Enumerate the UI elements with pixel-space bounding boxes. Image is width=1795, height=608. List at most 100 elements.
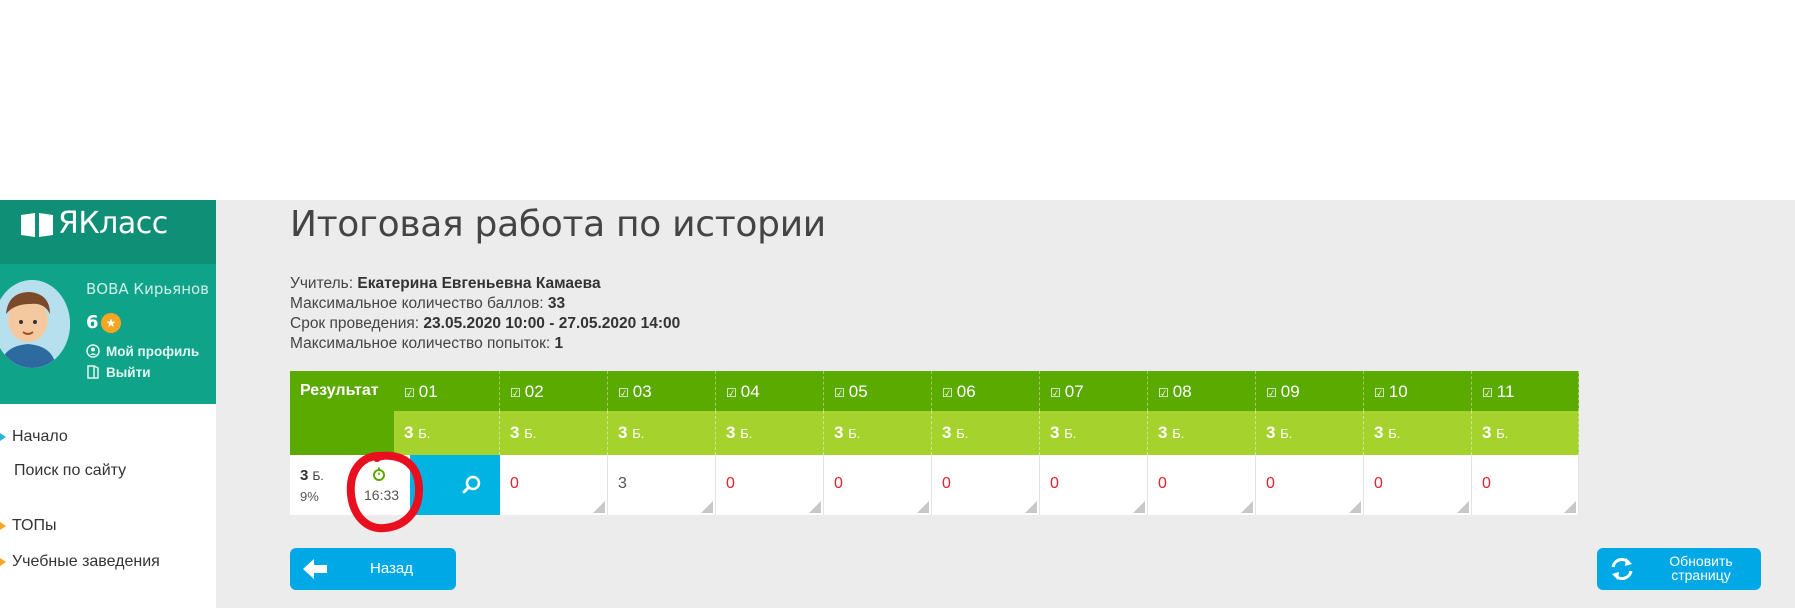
attempts-value: 1 (554, 335, 564, 352)
corner-fold-icon (917, 501, 929, 513)
task-score-value: 0 (1266, 475, 1275, 492)
task-header-09[interactable]: ☑ 09 (1256, 371, 1364, 411)
task-points-unit: Б. (848, 426, 861, 441)
task-points-unit: Б. (1064, 426, 1077, 441)
task-score-03[interactable]: 3 (608, 455, 716, 515)
corner-fold-icon (1564, 501, 1576, 513)
result-percent: 9% (300, 489, 319, 504)
task-header-01[interactable]: ☑ 01 (394, 371, 500, 411)
task-score-10[interactable]: 0 (1364, 455, 1472, 515)
task-header-05[interactable]: ☑ 05 (824, 371, 932, 411)
task-score-06[interactable]: 0 (932, 455, 1040, 515)
nav-item-home[interactable]: Начало (0, 428, 68, 446)
task-number: 10 (1388, 382, 1408, 401)
task-points-06: 3 Б. (932, 411, 1040, 455)
task-header-02[interactable]: ☑ 02 (500, 371, 608, 411)
max-points-label: Максимальное количество баллов: (290, 295, 544, 312)
task-header-07[interactable]: ☑ 07 (1040, 371, 1148, 411)
arrow-icon (0, 522, 6, 530)
task-score-11[interactable]: 0 (1472, 455, 1579, 515)
avatar-image (0, 280, 70, 368)
brand-header[interactable]: ЯКласс (0, 200, 216, 264)
corner-fold-icon (701, 501, 713, 513)
nav-item-search[interactable]: Поиск по сайту (14, 462, 126, 480)
edit-icon: ☑ (1374, 386, 1385, 400)
my-profile-link[interactable]: Мой профиль (86, 344, 199, 359)
task-number: 03 (632, 382, 652, 401)
nav-item-label: Начало (12, 428, 68, 445)
task-number: 11 (1496, 382, 1515, 401)
nav-item-label: Поиск по сайту (14, 462, 127, 479)
task-points-04: 3 Б. (716, 411, 824, 455)
task-score-value: 0 (726, 475, 735, 492)
edit-icon: ☑ (1266, 386, 1277, 400)
task-points-10: 3 Б. (1364, 411, 1472, 455)
edit-icon: ☑ (1050, 386, 1061, 400)
search-icon (462, 475, 481, 494)
nav-item-schools[interactable]: Учебные заведения (0, 553, 160, 571)
nav-item-label: ТОПы (12, 517, 57, 534)
period-info: Срок проведения: 23.05.2020 10:00 - 27.0… (290, 315, 680, 333)
task-points-value: 3 (1158, 423, 1168, 442)
teacher-label: Учитель: (290, 275, 354, 292)
task-header-03[interactable]: ☑ 03 (608, 371, 716, 411)
task-score-09[interactable]: 0 (1256, 455, 1364, 515)
teacher-name: Екатерина Евгеньевна Камаева (357, 275, 601, 292)
refresh-page-button[interactable]: Обновить страницу (1597, 548, 1761, 590)
task-score-05[interactable]: 0 (824, 455, 932, 515)
task-header-10[interactable]: ☑ 10 (1364, 371, 1472, 411)
refresh-label: Обновить страницу (1669, 553, 1733, 583)
back-button[interactable]: Назад (290, 548, 456, 590)
arrow-icon (0, 558, 6, 566)
task-number: 05 (848, 382, 868, 401)
task-points-value: 3 (510, 423, 520, 442)
task-number: 08 (1172, 382, 1192, 401)
task-score-value: 0 (1374, 475, 1383, 492)
task-points-value: 3 (1266, 423, 1276, 442)
edit-icon: ☑ (942, 386, 953, 400)
attempts-label: Максимальное количество попыток: (290, 335, 551, 352)
star-icon: ★ (101, 313, 121, 333)
corner-fold-icon (593, 501, 605, 513)
task-points-value: 3 (1050, 423, 1060, 442)
arrow-left-icon (303, 559, 327, 579)
task-number: 07 (1064, 382, 1084, 401)
logout-link[interactable]: Выйти (86, 365, 151, 380)
book-icon (21, 213, 53, 237)
teacher-info: Учитель: Екатерина Евгеньевна Камаева (290, 275, 601, 293)
edit-icon: ☑ (834, 386, 845, 400)
task-header-04[interactable]: ☑ 04 (716, 371, 824, 411)
user-name[interactable]: ВОВА Кирьянов (86, 280, 209, 298)
logout-icon (87, 365, 99, 379)
main-content: Итоговая работа по истории Учитель: Екат… (216, 200, 1795, 608)
task-header-11[interactable]: ☑ 11 (1472, 371, 1579, 411)
task-points-unit: Б. (1172, 426, 1185, 441)
task-points-value: 3 (726, 423, 736, 442)
task-points-unit: Б. (632, 426, 645, 441)
corner-fold-icon (1025, 501, 1037, 513)
page-title: Итоговая работа по истории (290, 204, 826, 245)
attempts-info: Максимальное количество попыток: 1 (290, 335, 563, 353)
task-score-08[interactable]: 0 (1148, 455, 1256, 515)
profile-panel: ВОВА Кирьянов 6 ★ Мой профиль Выйти (0, 264, 216, 404)
task-score-07[interactable]: 0 (1040, 455, 1148, 515)
task-points-07: 3 Б. (1040, 411, 1148, 455)
task-score-04[interactable]: 0 (716, 455, 824, 515)
max-points-value: 33 (547, 295, 566, 312)
task-points-unit: Б. (1388, 426, 1401, 441)
nav-item-label: Учебные заведения (12, 553, 160, 570)
task-number: 04 (740, 382, 760, 401)
edit-icon: ☑ (1158, 386, 1169, 400)
nav-item-tops[interactable]: ТОПы (0, 517, 57, 535)
task-points-unit: Б. (418, 426, 431, 441)
task-points-unit: Б. (956, 426, 969, 441)
task-score-02[interactable]: 0 (500, 455, 608, 515)
task-points-value: 3 (942, 423, 952, 442)
task-points-value: 3 (1374, 423, 1384, 442)
corner-fold-icon (1241, 501, 1253, 513)
task-header-06[interactable]: ☑ 06 (932, 371, 1040, 411)
refresh-icon (1611, 558, 1633, 580)
task-header-08[interactable]: ☑ 08 (1148, 371, 1256, 411)
avatar[interactable] (0, 280, 70, 368)
max-points-info: Максимальное количество баллов: 33 (290, 295, 565, 313)
